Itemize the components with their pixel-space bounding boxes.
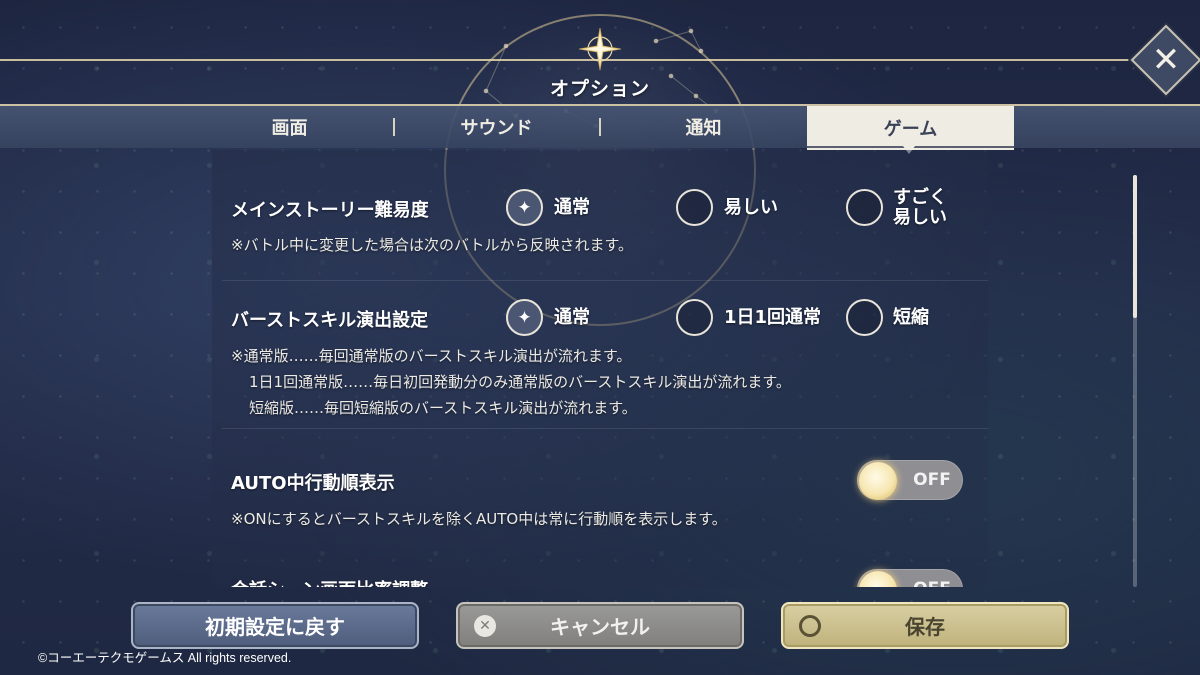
reset-defaults-button[interactable]: 初期設定に戻す bbox=[131, 602, 419, 649]
cancel-label: キャンセル bbox=[550, 615, 650, 639]
save-circle-icon bbox=[799, 615, 821, 637]
tab-bar: 画面 サウンド 通知 ゲーム bbox=[0, 104, 1200, 150]
cancel-x-icon: ✕ bbox=[474, 615, 496, 637]
tab-sound[interactable]: サウンド bbox=[393, 106, 600, 148]
divider bbox=[222, 428, 988, 429]
burst-skill-option-short: 短縮 bbox=[893, 307, 929, 328]
scrollbar-thumb[interactable] bbox=[1133, 175, 1137, 318]
story-difficulty-radio-very-easy[interactable] bbox=[846, 189, 883, 226]
tab-notification[interactable]: 通知 bbox=[600, 106, 807, 148]
dialogue-ratio-label: 会話シーン画面比率調整 bbox=[231, 576, 428, 587]
tab-game[interactable]: ゲーム bbox=[807, 106, 1014, 150]
save-button[interactable]: 保存 bbox=[781, 602, 1069, 649]
page-title: オプション bbox=[549, 78, 650, 100]
toggle-state: OFF bbox=[904, 570, 960, 587]
story-difficulty-note: ※バトル中に変更した場合は次のバトルから反映されます。 bbox=[231, 236, 633, 254]
tab-screen[interactable]: 画面 bbox=[186, 106, 393, 148]
story-difficulty-label: メインストーリー難易度 bbox=[231, 200, 429, 221]
burst-skill-label: バーストスキル演出設定 bbox=[231, 310, 429, 331]
burst-skill-radio-short[interactable] bbox=[846, 299, 883, 336]
header-line-top bbox=[0, 59, 1200, 61]
auto-order-toggle[interactable]: OFF bbox=[857, 460, 963, 500]
cancel-button[interactable]: ✕ キャンセル bbox=[456, 602, 744, 649]
compass-star-icon bbox=[577, 26, 623, 72]
divider bbox=[222, 280, 988, 281]
burst-skill-option-normal: 通常 bbox=[554, 307, 590, 328]
dialogue-ratio-toggle[interactable]: OFF bbox=[857, 569, 963, 587]
burst-skill-note: 短縮版……毎回短縮版のバーストスキル演出が流れます。 bbox=[249, 399, 637, 417]
story-difficulty-radio-normal[interactable] bbox=[506, 189, 543, 226]
toggle-knob bbox=[859, 462, 897, 500]
reset-defaults-label: 初期設定に戻す bbox=[205, 615, 345, 639]
story-difficulty-option-very-easy: すごく 易しい bbox=[893, 187, 947, 228]
save-label: 保存 bbox=[905, 615, 945, 639]
copyright-text: ©コーエーテクモゲームス All rights reserved. bbox=[38, 651, 292, 665]
burst-skill-note: ※通常版……毎回通常版のバーストスキル演出が流れます。 bbox=[231, 347, 632, 365]
clipped-setting-row: 会話シーン画面比率調整 OFF bbox=[212, 560, 988, 587]
story-difficulty-option-normal: 通常 bbox=[554, 197, 590, 218]
burst-skill-option-once-daily: 1日1回通常 bbox=[724, 307, 822, 328]
toggle-state: OFF bbox=[913, 470, 951, 490]
burst-skill-radio-normal[interactable] bbox=[506, 299, 543, 336]
burst-skill-note: 1日1回通常版……毎日初回発動分のみ通常版のバーストスキル演出が流れます。 bbox=[249, 373, 791, 391]
story-difficulty-radio-easy[interactable] bbox=[676, 189, 713, 226]
close-icon[interactable]: ✕ bbox=[1141, 35, 1191, 85]
auto-order-label: AUTO中行動順表示 bbox=[231, 473, 395, 494]
toggle-knob bbox=[859, 571, 897, 587]
auto-order-note: ※ONにするとバーストスキルを除くAUTO中は常に行動順を表示します。 bbox=[231, 510, 727, 528]
burst-skill-radio-once-daily[interactable] bbox=[676, 299, 713, 336]
story-difficulty-option-easy: 易しい bbox=[724, 197, 778, 218]
